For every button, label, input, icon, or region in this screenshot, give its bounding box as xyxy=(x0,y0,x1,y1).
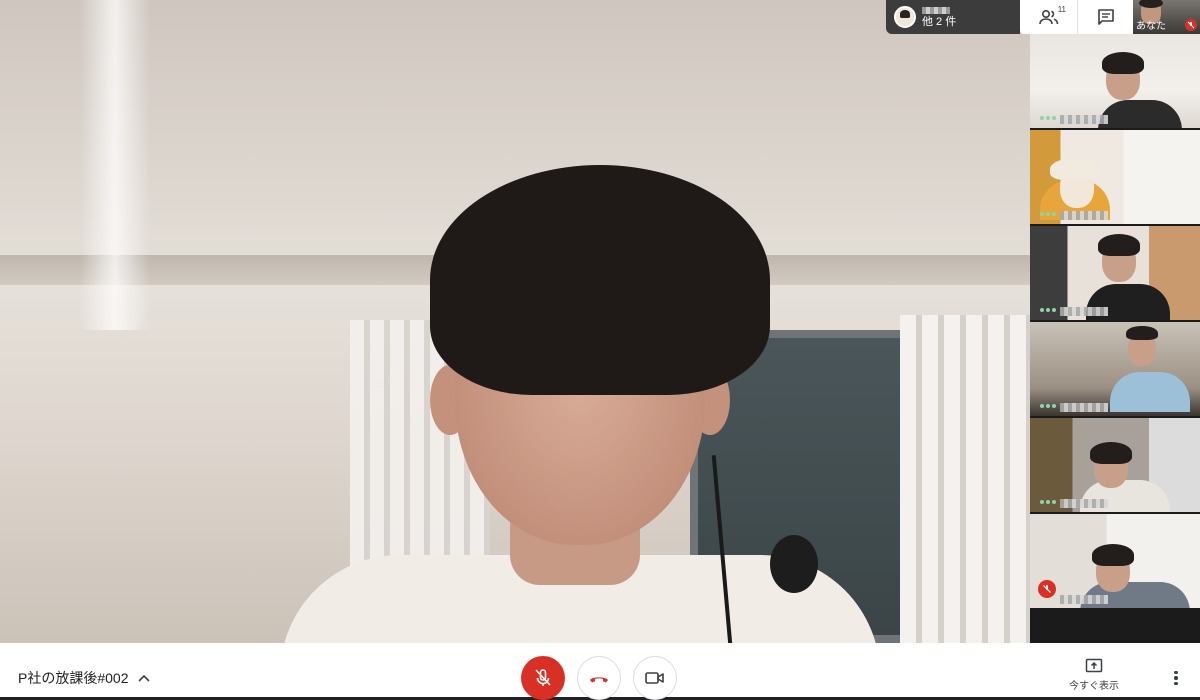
blurred-name xyxy=(1060,115,1108,124)
people-button[interactable]: 11 xyxy=(1020,0,1077,34)
speaking-indicator xyxy=(1040,212,1056,216)
tile-hair xyxy=(1102,52,1144,74)
self-label: あなた xyxy=(1136,21,1166,32)
tile-hair xyxy=(1092,544,1134,566)
curtain-right xyxy=(900,315,1030,643)
mic-toggle-button[interactable] xyxy=(521,656,565,700)
participant-tile[interactable] xyxy=(1030,418,1200,512)
participant-chip-label: 他 2 件 xyxy=(922,15,957,28)
meeting-details-button[interactable]: P社の放課後#002 xyxy=(18,668,151,688)
main-video xyxy=(0,0,1200,643)
present-now-button[interactable]: 今すぐ表示 xyxy=(1062,658,1126,692)
participant-chip-text: 他 2 件 xyxy=(922,6,957,28)
speaking-indicator xyxy=(1040,500,1056,504)
hang-up-button[interactable] xyxy=(577,656,621,700)
bottom-bar: P社の放課後#002 今すぐ表示 xyxy=(0,643,1200,700)
tile-hair xyxy=(1098,234,1140,256)
blurred-name xyxy=(1060,499,1108,508)
chat-button[interactable] xyxy=(1077,0,1134,34)
participant-tile[interactable] xyxy=(1030,322,1200,416)
present-label: 今すぐ表示 xyxy=(1069,681,1119,692)
tile-hair xyxy=(1050,158,1100,180)
blurred-name xyxy=(1060,595,1108,604)
participant-avatar xyxy=(894,6,916,28)
mic-off-icon xyxy=(1038,580,1056,598)
present-icon xyxy=(1085,658,1103,673)
meeting-title: P社の放課後#002 xyxy=(18,670,129,686)
people-icon xyxy=(1038,9,1058,25)
blurred-name xyxy=(1060,307,1108,316)
speaking-indicator xyxy=(1040,308,1056,312)
headset-mic xyxy=(770,535,818,593)
speaking-indicator xyxy=(1040,404,1056,408)
hang-up-icon xyxy=(590,677,608,683)
speaking-indicator xyxy=(1040,116,1056,120)
more-dot xyxy=(1174,676,1178,680)
participant-tile[interactable] xyxy=(1030,514,1200,608)
camera-toggle-button[interactable] xyxy=(633,656,677,700)
people-count: 11 xyxy=(1057,5,1066,14)
participant-tile[interactable] xyxy=(1030,34,1200,128)
more-vert-icon xyxy=(1174,670,1178,675)
participant-hair xyxy=(430,165,770,395)
participant-chip[interactable]: 他 2 件 xyxy=(886,0,1020,34)
blurred-name xyxy=(1060,211,1108,220)
camera-icon xyxy=(645,672,664,684)
participant-strip xyxy=(1030,34,1200,643)
blurred-name xyxy=(1060,403,1108,412)
mic-off-icon xyxy=(535,669,551,686)
chat-icon xyxy=(1098,9,1114,25)
self-mic-off-icon xyxy=(1185,19,1197,31)
light-streak xyxy=(80,0,150,330)
tile-hair xyxy=(1090,442,1132,464)
chevron-up-icon xyxy=(138,674,151,682)
self-view[interactable]: あなた xyxy=(1133,0,1200,34)
participant-tile[interactable] xyxy=(1030,226,1200,320)
tile-hair xyxy=(1126,326,1158,340)
tile-body xyxy=(1110,372,1190,412)
participant-tile[interactable] xyxy=(1030,130,1200,224)
more-options-button[interactable] xyxy=(1168,667,1184,689)
more-dot xyxy=(1174,681,1178,686)
blurred-name xyxy=(922,6,950,14)
main-participant xyxy=(280,165,880,643)
